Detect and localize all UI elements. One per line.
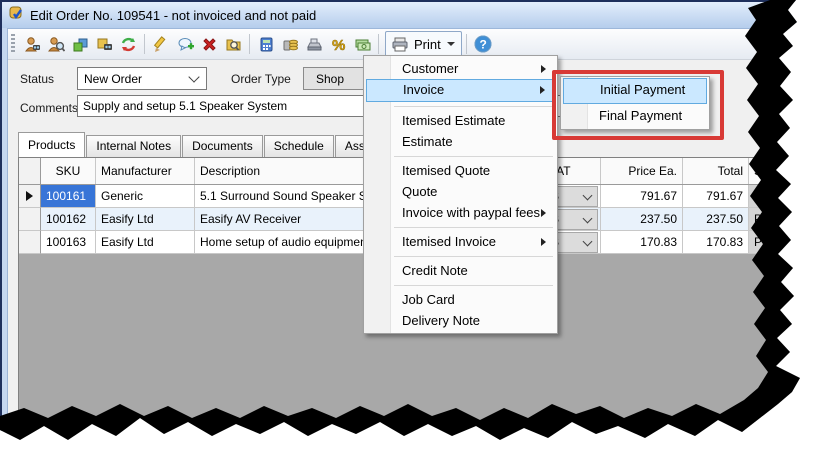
tab-products[interactable]: Products bbox=[18, 132, 85, 157]
menu-item-invoice-paypal-fees[interactable]: Invoice with paypal fees bbox=[366, 202, 555, 223]
calculator-icon[interactable] bbox=[254, 32, 278, 56]
submenu-arrow-icon bbox=[541, 209, 546, 217]
tab-schedule[interactable]: Schedule bbox=[264, 135, 334, 157]
menu-item-credit-note[interactable]: Credit Note bbox=[366, 260, 555, 281]
discount-percent-icon[interactable]: % bbox=[326, 32, 350, 56]
cell-status[interactable]: Pu bbox=[749, 208, 815, 231]
toolbar-separator bbox=[378, 34, 379, 54]
submenu-arrow-icon bbox=[541, 238, 546, 246]
toolbar-separator bbox=[249, 34, 250, 54]
cell-status[interactable]: Purc bbox=[749, 185, 815, 208]
customer-history-icon[interactable] bbox=[20, 32, 44, 56]
delete-icon[interactable] bbox=[197, 32, 221, 56]
menu-item-customer[interactable]: Customer bbox=[366, 58, 555, 79]
annotation-highlight-box bbox=[552, 70, 724, 140]
svg-text:%: % bbox=[332, 37, 345, 53]
submenu-arrow-icon bbox=[540, 86, 545, 94]
refresh-exchange-icon[interactable] bbox=[116, 32, 140, 56]
grid-header-total[interactable]: Total bbox=[683, 158, 749, 184]
chevron-down-icon bbox=[583, 190, 593, 200]
edit-pencil-icon[interactable] bbox=[149, 32, 173, 56]
row-selector-current[interactable] bbox=[19, 185, 41, 208]
menu-separator bbox=[364, 102, 557, 110]
cell-manufacturer[interactable]: Easify Ltd bbox=[96, 231, 195, 254]
cell-sku[interactable]: 100161 bbox=[41, 185, 96, 208]
cell-status[interactable]: Pu bbox=[749, 231, 815, 254]
menu-item-estimate[interactable]: Estimate bbox=[366, 131, 555, 152]
grid-header-manufacturer[interactable]: Manufacturer bbox=[96, 158, 195, 184]
grid-header-selector[interactable] bbox=[19, 158, 41, 184]
customer-search-icon[interactable] bbox=[44, 32, 68, 56]
help-icon[interactable]: ? bbox=[471, 32, 495, 56]
tab-internal-notes[interactable]: Internal Notes bbox=[86, 135, 181, 157]
current-row-arrow-icon bbox=[26, 191, 33, 201]
window-title: Edit Order No. 109541 - not invoiced and… bbox=[30, 8, 316, 23]
cell-price[interactable]: 170.83 bbox=[601, 231, 683, 254]
app-icon bbox=[8, 5, 24, 26]
search-folder-icon[interactable] bbox=[221, 32, 245, 56]
print-button-label: Print bbox=[414, 37, 441, 52]
cash-register-icon[interactable] bbox=[302, 32, 326, 56]
cell-sku[interactable]: 100163 bbox=[41, 231, 96, 254]
toolbar-grip[interactable] bbox=[11, 34, 15, 54]
submenu-arrow-icon bbox=[541, 65, 546, 73]
toolbar-separator bbox=[144, 34, 145, 54]
menu-item-invoice[interactable]: Invoice bbox=[366, 79, 555, 102]
cell-price[interactable]: 237.50 bbox=[601, 208, 683, 231]
toolbar-separator bbox=[466, 34, 467, 54]
menu-separator bbox=[364, 252, 557, 260]
printer-icon bbox=[392, 37, 409, 52]
banknotes-icon[interactable] bbox=[350, 32, 374, 56]
window-left-border bbox=[2, 28, 8, 448]
svg-text:?: ? bbox=[479, 38, 486, 52]
products-icon[interactable] bbox=[68, 32, 92, 56]
print-menu: Customer Invoice Itemised Estimate Estim… bbox=[363, 55, 558, 334]
cell-sku[interactable]: 100162 bbox=[41, 208, 96, 231]
tab-documents[interactable]: Documents bbox=[182, 135, 263, 157]
menu-item-quote[interactable]: Quote bbox=[366, 181, 555, 202]
row-selector[interactable] bbox=[19, 208, 41, 231]
add-comment-icon[interactable] bbox=[173, 32, 197, 56]
title-bar: Edit Order No. 109541 - not invoiced and… bbox=[2, 2, 804, 29]
order-type-value: Shop bbox=[304, 72, 344, 86]
status-value: New Order bbox=[78, 72, 190, 86]
chevron-down-icon bbox=[583, 213, 593, 223]
chevron-down-icon bbox=[188, 71, 199, 82]
menu-separator bbox=[364, 223, 557, 231]
comments-label: Comments bbox=[20, 101, 78, 115]
screenshot-canvas: Edit Order No. 109541 - not invoiced and… bbox=[0, 0, 815, 457]
print-button[interactable]: Print bbox=[385, 31, 462, 57]
chevron-down-icon bbox=[583, 236, 593, 246]
cell-manufacturer[interactable]: Generic bbox=[96, 185, 195, 208]
row-selector[interactable] bbox=[19, 231, 41, 254]
cell-manufacturer[interactable]: Easify Ltd bbox=[96, 208, 195, 231]
menu-item-itemised-invoice[interactable]: Itemised Invoice bbox=[366, 231, 555, 252]
grid-header-sku[interactable]: SKU bbox=[41, 158, 96, 184]
cell-total[interactable]: 237.50 bbox=[683, 208, 749, 231]
grid-header-price[interactable]: Price Ea. bbox=[601, 158, 683, 184]
menu-item-job-card[interactable]: Job Card bbox=[366, 289, 555, 310]
status-combobox[interactable]: New Order bbox=[77, 67, 207, 90]
menu-separator bbox=[364, 281, 557, 289]
cell-price[interactable]: 791.67 bbox=[601, 185, 683, 208]
menu-separator bbox=[364, 152, 557, 160]
menu-item-itemised-quote[interactable]: Itemised Quote bbox=[366, 160, 555, 181]
cell-total[interactable]: 791.67 bbox=[683, 185, 749, 208]
order-type-label: Order Type bbox=[231, 72, 291, 86]
product-history-icon[interactable] bbox=[92, 32, 116, 56]
menu-item-itemised-estimate[interactable]: Itemised Estimate bbox=[366, 110, 555, 131]
payments-icon[interactable] bbox=[278, 32, 302, 56]
cell-total[interactable]: 170.83 bbox=[683, 231, 749, 254]
print-dropdown-arrow-icon bbox=[447, 42, 455, 46]
status-label: Status bbox=[20, 72, 54, 86]
menu-item-delivery-note[interactable]: Delivery Note bbox=[366, 310, 555, 331]
grid-header-status[interactable]: Sta bbox=[749, 158, 815, 184]
